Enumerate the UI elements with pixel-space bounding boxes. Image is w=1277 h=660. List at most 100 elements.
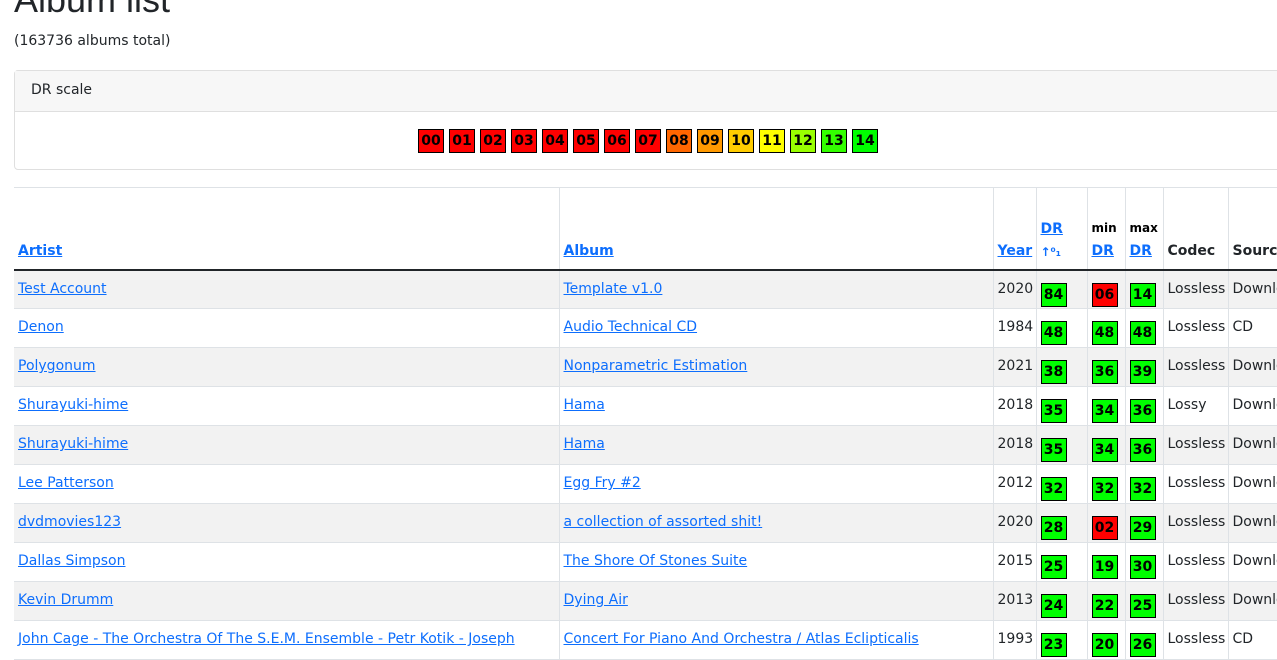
artist-link[interactable]: Shurayuki-hime bbox=[18, 436, 128, 452]
album-link[interactable]: Nonparametric Estimation bbox=[564, 358, 748, 374]
max-dr-badge: 26 bbox=[1129, 633, 1156, 657]
year-cell: 2012 bbox=[992, 464, 1036, 504]
dr-scale-header: DR scale bbox=[15, 71, 1277, 112]
dr-scale-item: 06 bbox=[604, 129, 630, 153]
sort-ascending-icon[interactable]: ↑⁰₁ bbox=[1041, 241, 1083, 263]
min-dr-cell: 36 bbox=[1086, 347, 1125, 387]
album-link[interactable]: Audio Technical CD bbox=[564, 319, 698, 335]
dr-scale-item: 10 bbox=[728, 129, 754, 153]
album-cell: Hama bbox=[558, 425, 993, 465]
min-dr-badge: 34 bbox=[1091, 399, 1118, 423]
dr-badge: 35 bbox=[1040, 438, 1067, 462]
dr-cell: 84 bbox=[1035, 269, 1087, 309]
dr-cell: 38 bbox=[1035, 347, 1087, 387]
artist-cell: Polygonum bbox=[14, 347, 559, 387]
max-dr-badge: 32 bbox=[1129, 477, 1156, 501]
dr-badge: 25 bbox=[1040, 555, 1067, 579]
min-dr-cell: 19 bbox=[1086, 542, 1125, 582]
dr-scale-item: 03 bbox=[511, 129, 537, 153]
codec-cell: Lossless bbox=[1162, 425, 1228, 465]
artist-link[interactable]: Polygonum bbox=[18, 358, 96, 374]
album-cell: Dying Air bbox=[558, 581, 993, 621]
max-dr-badge: 48 bbox=[1129, 321, 1156, 345]
min-dr-cell: 34 bbox=[1086, 425, 1125, 465]
max-dr-badge: 25 bbox=[1129, 594, 1156, 618]
sort-artist-link[interactable]: Artist bbox=[18, 243, 62, 259]
table-row: Test Account Template v1.0 2020 84 06 14 Lossl… bbox=[14, 269, 1277, 309]
dr-scale-item: 05 bbox=[573, 129, 599, 153]
header-artist: Artist bbox=[14, 187, 559, 271]
sort-year-link[interactable]: Year bbox=[998, 243, 1033, 259]
year-cell: 1993 bbox=[992, 620, 1036, 660]
album-cell: Egg Fry #2 bbox=[558, 464, 993, 504]
source-cell: Download bbox=[1227, 425, 1277, 465]
codec-cell: Lossless bbox=[1162, 464, 1228, 504]
artist-link[interactable]: John Cage - The Orchestra Of The S.E.M. … bbox=[18, 631, 515, 647]
album-link[interactable]: Concert For Piano And Orchestra / Atlas … bbox=[564, 631, 919, 647]
min-dr-cell: 48 bbox=[1086, 308, 1125, 348]
source-cell: Download bbox=[1227, 542, 1277, 582]
artist-link[interactable]: Shurayuki-hime bbox=[18, 397, 128, 413]
dr-scale-item: 02 bbox=[480, 129, 506, 153]
max-dr-badge: 36 bbox=[1129, 438, 1156, 462]
min-dr-badge: 22 bbox=[1091, 594, 1118, 618]
album-table-body: Test Account Template v1.0 2020 84 06 14 Lossl… bbox=[14, 269, 1277, 660]
max-dr-cell: 39 bbox=[1124, 347, 1163, 387]
album-cell: The Shore Of Stones Suite bbox=[558, 542, 993, 582]
max-dr-cell: 32 bbox=[1124, 464, 1163, 504]
artist-cell: Shurayuki-hime bbox=[14, 386, 559, 426]
dr-badge: 28 bbox=[1040, 516, 1067, 540]
artist-cell: Lee Patterson bbox=[14, 464, 559, 504]
min-dr-badge: 20 bbox=[1091, 633, 1118, 657]
min-dr-badge: 36 bbox=[1091, 360, 1118, 384]
artist-link[interactable]: Dallas Simpson bbox=[18, 553, 126, 569]
album-link[interactable]: Egg Fry #2 bbox=[564, 475, 641, 491]
table-row: Kevin Drumm Dying Air 2013 24 22 25 Lossless Do… bbox=[14, 581, 1277, 621]
source-cell: Download bbox=[1227, 347, 1277, 387]
album-link[interactable]: Hama bbox=[564, 397, 605, 413]
artist-cell: Denon bbox=[14, 308, 559, 348]
sort-dr-link[interactable]: DR bbox=[1041, 221, 1063, 237]
source-cell: Download bbox=[1227, 269, 1277, 309]
album-link[interactable]: Template v1.0 bbox=[564, 281, 663, 297]
year-cell: 2021 bbox=[992, 347, 1036, 387]
year-cell: 2020 bbox=[992, 503, 1036, 543]
sort-min-dr-link[interactable]: DR bbox=[1092, 243, 1114, 259]
artist-cell: John Cage - The Orchestra Of The S.E.M. … bbox=[14, 620, 559, 660]
dr-cell: 24 bbox=[1035, 581, 1087, 621]
artist-link[interactable]: Denon bbox=[18, 319, 64, 335]
max-dr-cell: 29 bbox=[1124, 503, 1163, 543]
header-dr: DR ↑⁰₁ bbox=[1035, 187, 1087, 271]
table-row: Lee Patterson Egg Fry #2 2012 32 32 32 Lossles… bbox=[14, 464, 1277, 504]
header-min-label: min bbox=[1091, 220, 1117, 235]
min-dr-cell: 02 bbox=[1086, 503, 1125, 543]
artist-link[interactable]: Test Account bbox=[18, 281, 107, 297]
artist-cell: dvdmovies123 bbox=[14, 503, 559, 543]
year-cell: 2013 bbox=[992, 581, 1036, 621]
max-dr-cell: 26 bbox=[1124, 620, 1163, 660]
album-cell: Template v1.0 bbox=[558, 269, 993, 309]
codec-cell: Lossless bbox=[1162, 269, 1228, 309]
min-dr-badge: 48 bbox=[1091, 321, 1118, 345]
min-dr-cell: 20 bbox=[1086, 620, 1125, 660]
max-dr-cell: 36 bbox=[1124, 425, 1163, 465]
artist-link[interactable]: Lee Patterson bbox=[18, 475, 114, 491]
dr-badge: 48 bbox=[1040, 321, 1067, 345]
sort-max-dr-link[interactable]: DR bbox=[1130, 243, 1152, 259]
album-cell: Concert For Piano And Orchestra / Atlas … bbox=[558, 620, 993, 660]
dr-cell: 48 bbox=[1035, 308, 1087, 348]
sort-album-link[interactable]: Album bbox=[564, 243, 614, 259]
artist-link[interactable]: Kevin Drumm bbox=[18, 592, 113, 608]
table-row: Polygonum Nonparametric Estimation 2021 38 3… bbox=[14, 347, 1277, 387]
album-link[interactable]: Dying Air bbox=[564, 592, 628, 608]
table-row: John Cage - The Orchestra Of The S.E.M. … bbox=[14, 620, 1277, 660]
table-row: Shurayuki-hime Hama 201835 34 36LossyDownloa… bbox=[14, 386, 1277, 426]
album-link[interactable]: a collection of assorted shit! bbox=[564, 514, 763, 530]
dr-cell: 35 bbox=[1035, 386, 1087, 426]
artist-link[interactable]: dvdmovies123 bbox=[18, 514, 121, 530]
table-header-row: Artist Album Year DR ↑⁰₁ min DR max DR C… bbox=[14, 187, 1277, 271]
album-link[interactable]: The Shore Of Stones Suite bbox=[564, 553, 748, 569]
max-dr-cell: 48 bbox=[1124, 308, 1163, 348]
album-link[interactable]: Hama bbox=[564, 436, 605, 452]
artist-cell: Dallas Simpson bbox=[14, 542, 559, 582]
